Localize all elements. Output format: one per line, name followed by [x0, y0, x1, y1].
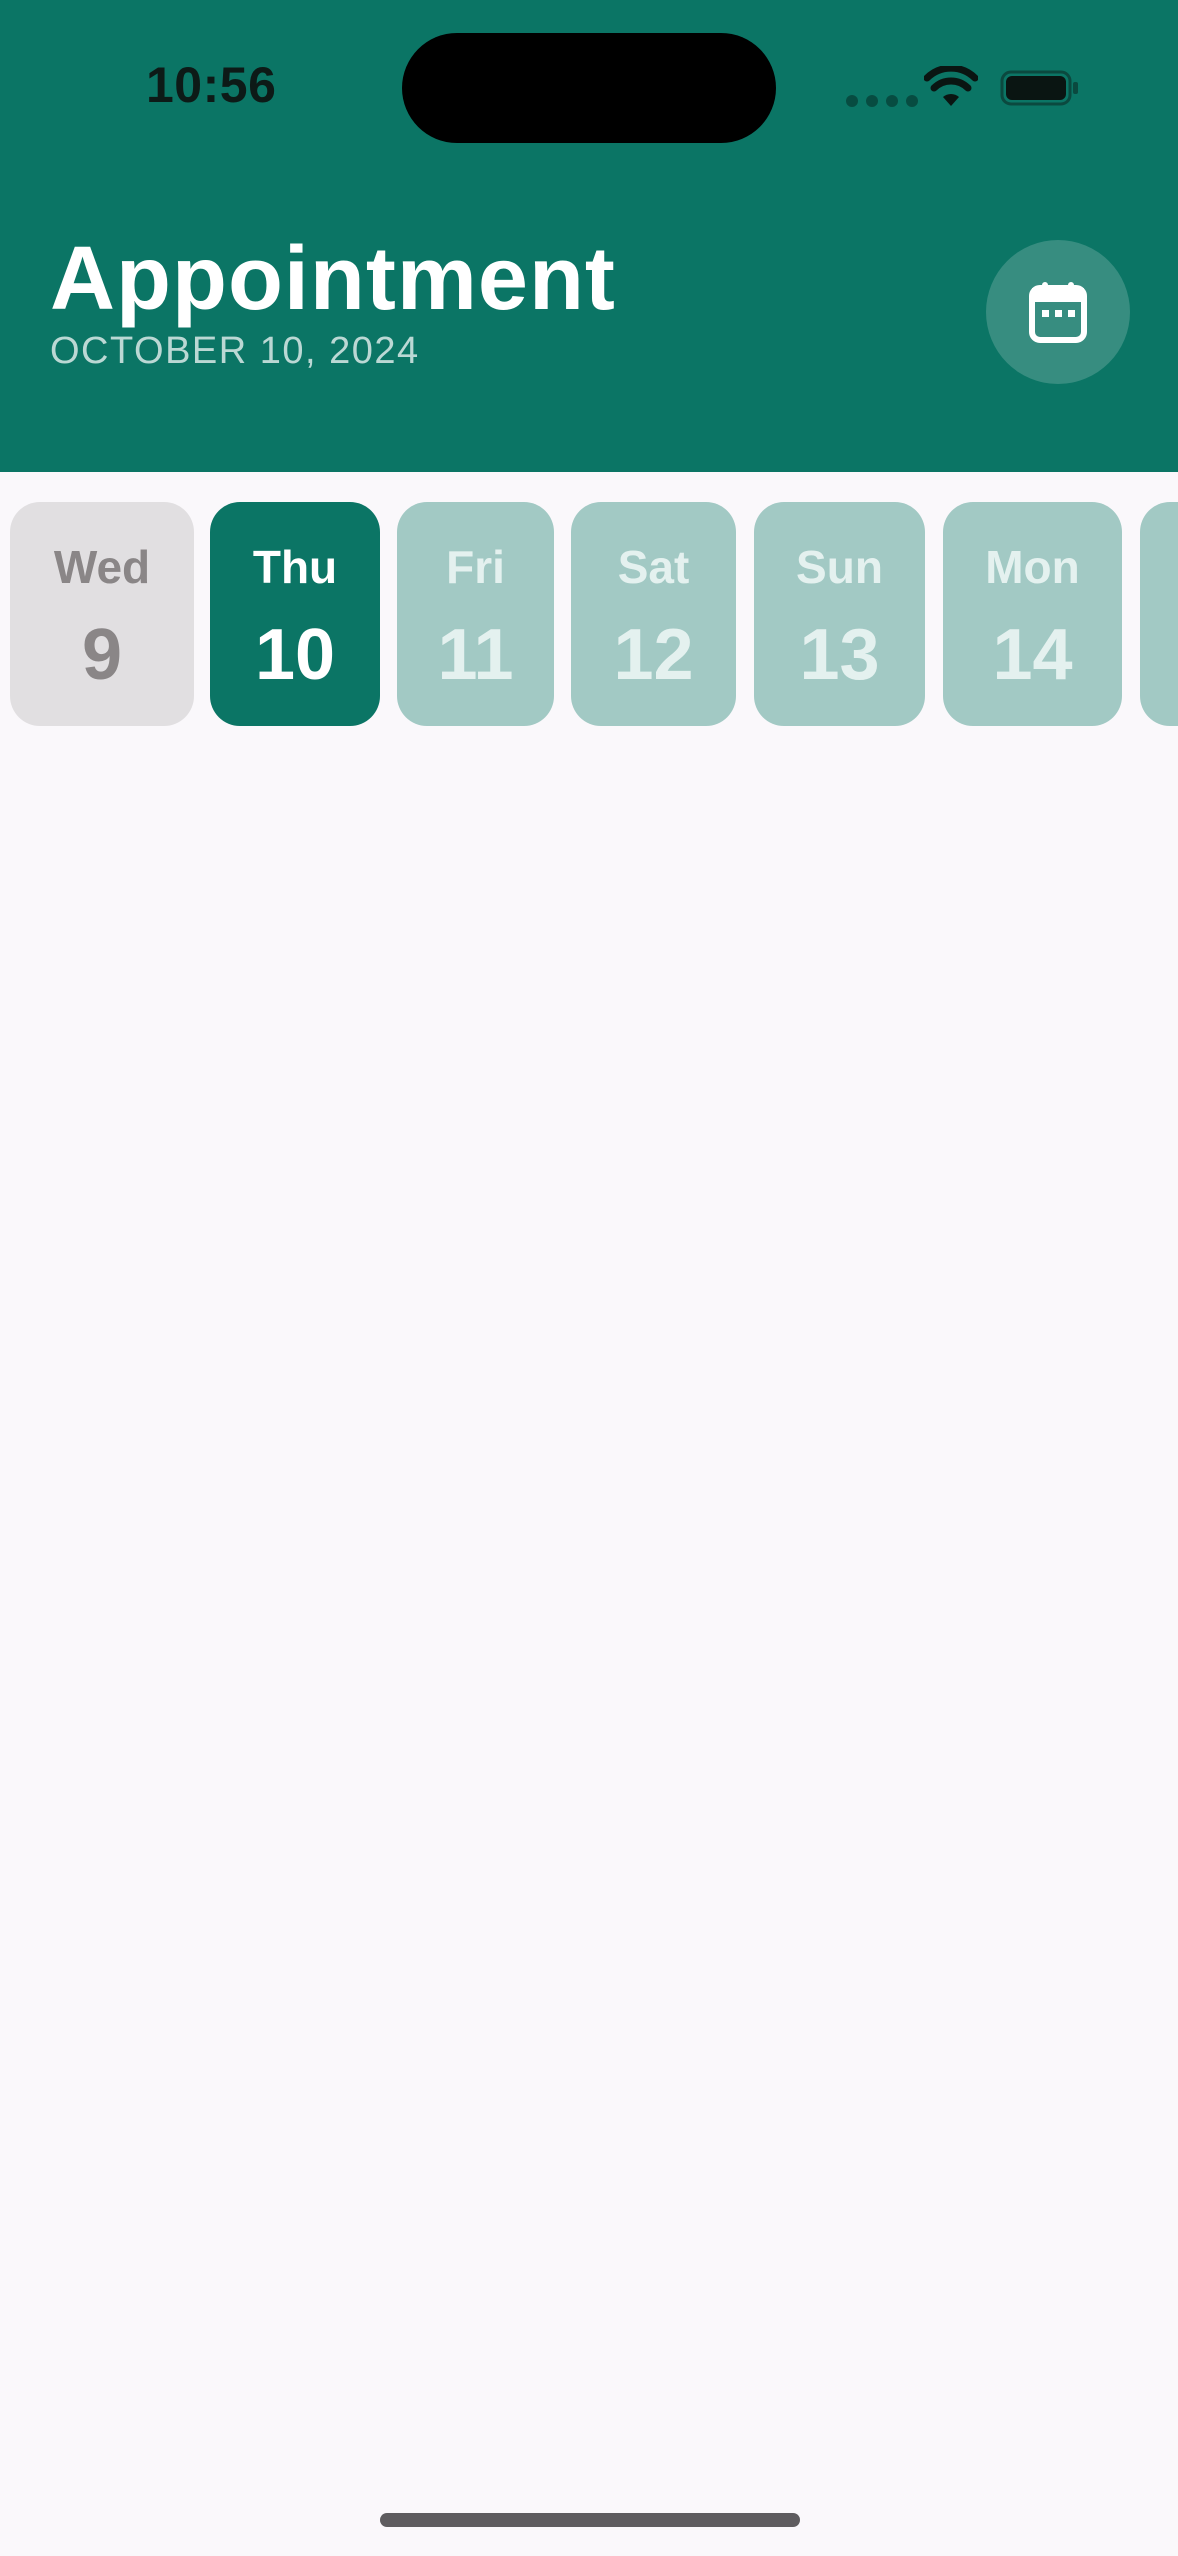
day-card-mon-14[interactable]: Mon 14 [943, 502, 1122, 726]
day-name: Thu [252, 541, 338, 593]
current-date: OCTOBER 10, 2024 [50, 330, 420, 372]
day-card-sat-12[interactable]: Sat 12 [571, 502, 736, 726]
status-time: 10:56 [146, 57, 277, 113]
day-number: 12 [613, 615, 694, 695]
page-title: Appointment [50, 229, 616, 329]
day-card-thu-10[interactable]: Thu 10 [210, 502, 380, 726]
day-name: Mon [985, 541, 1080, 593]
dynamic-island [402, 33, 776, 143]
wifi-icon [924, 66, 978, 106]
day-number: 10 [254, 615, 336, 695]
calendar-button[interactable] [986, 240, 1130, 384]
day-card-fri-11[interactable]: Fri 11 [397, 502, 554, 726]
day-name: Fri [446, 541, 505, 593]
day-name: Sat [617, 541, 690, 593]
day-number: 14 [992, 615, 1073, 695]
app-header: 10:56 Appointment OCTOBER 10, 2024 [0, 0, 1178, 472]
day-card-partial[interactable] [1140, 502, 1178, 726]
day-number: 13 [799, 615, 880, 695]
day-name: Wed [53, 541, 151, 593]
calendar-icon [1029, 282, 1087, 343]
day-number: 11 [437, 615, 514, 695]
day-selector[interactable]: Wed 9 Thu 10 Fri 11 Sat 12 Sun 13 Mon 14 [0, 502, 1178, 728]
day-card-wed-9[interactable]: Wed 9 [10, 502, 194, 726]
battery-icon [1000, 70, 1078, 106]
day-number: 9 [81, 615, 123, 695]
day-card-sun-13[interactable]: Sun 13 [754, 502, 925, 726]
home-indicator[interactable] [380, 2513, 800, 2527]
cellular-signal-icon [846, 95, 918, 107]
day-name: Sun [796, 541, 883, 593]
